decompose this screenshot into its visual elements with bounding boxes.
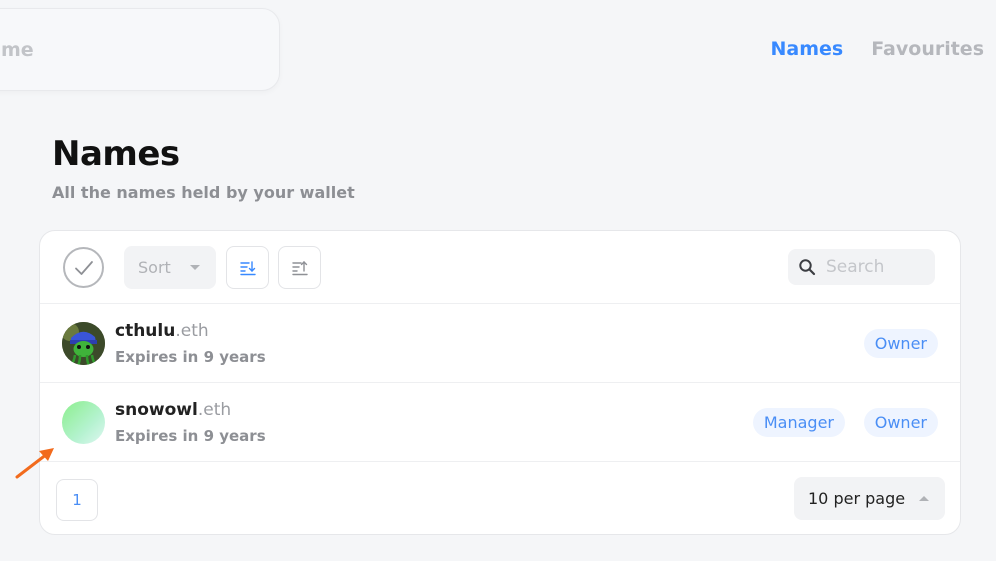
check-circle-icon bbox=[74, 260, 93, 275]
sort-select[interactable]: Sort bbox=[124, 246, 216, 289]
select-mode-button[interactable] bbox=[63, 247, 104, 288]
name-search-box[interactable]: me bbox=[0, 8, 280, 91]
top-nav: Names Favourites bbox=[770, 38, 984, 60]
arrow-pointer-icon bbox=[15, 448, 54, 479]
sort-select-label: Sort bbox=[138, 258, 171, 277]
sort-ascending-icon bbox=[291, 260, 308, 275]
role-tag-owner: Owner bbox=[863, 329, 938, 358]
sort-descending-button[interactable] bbox=[226, 246, 269, 289]
name-row[interactable]: snowowl.eth Expires in 9 years Manager O… bbox=[40, 383, 960, 462]
page-button[interactable]: 1 bbox=[56, 479, 98, 521]
sort-ascending-button[interactable] bbox=[278, 246, 321, 289]
avatar bbox=[62, 322, 105, 365]
page-title: Names bbox=[52, 134, 180, 174]
filter-search-input[interactable] bbox=[826, 257, 926, 277]
names-card: Sort Search cthulu.eth Expires in 9 year… bbox=[39, 230, 961, 535]
name-search-text: me bbox=[1, 39, 34, 61]
pagination-footer: 1 10 per page bbox=[40, 462, 960, 535]
role-tag-manager: Manager bbox=[752, 408, 845, 437]
expiry-text: Expires in 9 years bbox=[115, 348, 266, 366]
per-page-select[interactable]: 10 per page bbox=[794, 477, 945, 520]
expiry-text: Expires in 9 years bbox=[115, 427, 266, 445]
sort-descending-icon bbox=[239, 260, 256, 275]
page-subtitle: All the names held by your wallet bbox=[52, 183, 355, 202]
per-page-label: 10 per page bbox=[808, 489, 906, 508]
names-toolbar: Sort bbox=[40, 231, 960, 304]
name-row[interactable]: cthulu.eth Expires in 9 years Owner bbox=[40, 304, 960, 383]
name-label: cthulu.eth bbox=[115, 321, 209, 341]
name-tld: .eth bbox=[197, 400, 232, 420]
search-icon bbox=[799, 259, 816, 276]
name-main: cthulu bbox=[115, 321, 176, 341]
avatar bbox=[62, 401, 105, 444]
name-main: snowowl bbox=[115, 400, 198, 420]
filter-search bbox=[788, 249, 935, 285]
chevron-down-icon bbox=[190, 265, 200, 270]
nav-link-favourites[interactable]: Favourites bbox=[871, 38, 984, 60]
nav-link-names[interactable]: Names bbox=[770, 38, 843, 60]
role-tag-owner: Owner bbox=[863, 408, 938, 437]
name-tld: .eth bbox=[175, 321, 209, 341]
name-label: snowowl.eth bbox=[115, 400, 231, 420]
chevron-up-icon bbox=[919, 496, 929, 501]
